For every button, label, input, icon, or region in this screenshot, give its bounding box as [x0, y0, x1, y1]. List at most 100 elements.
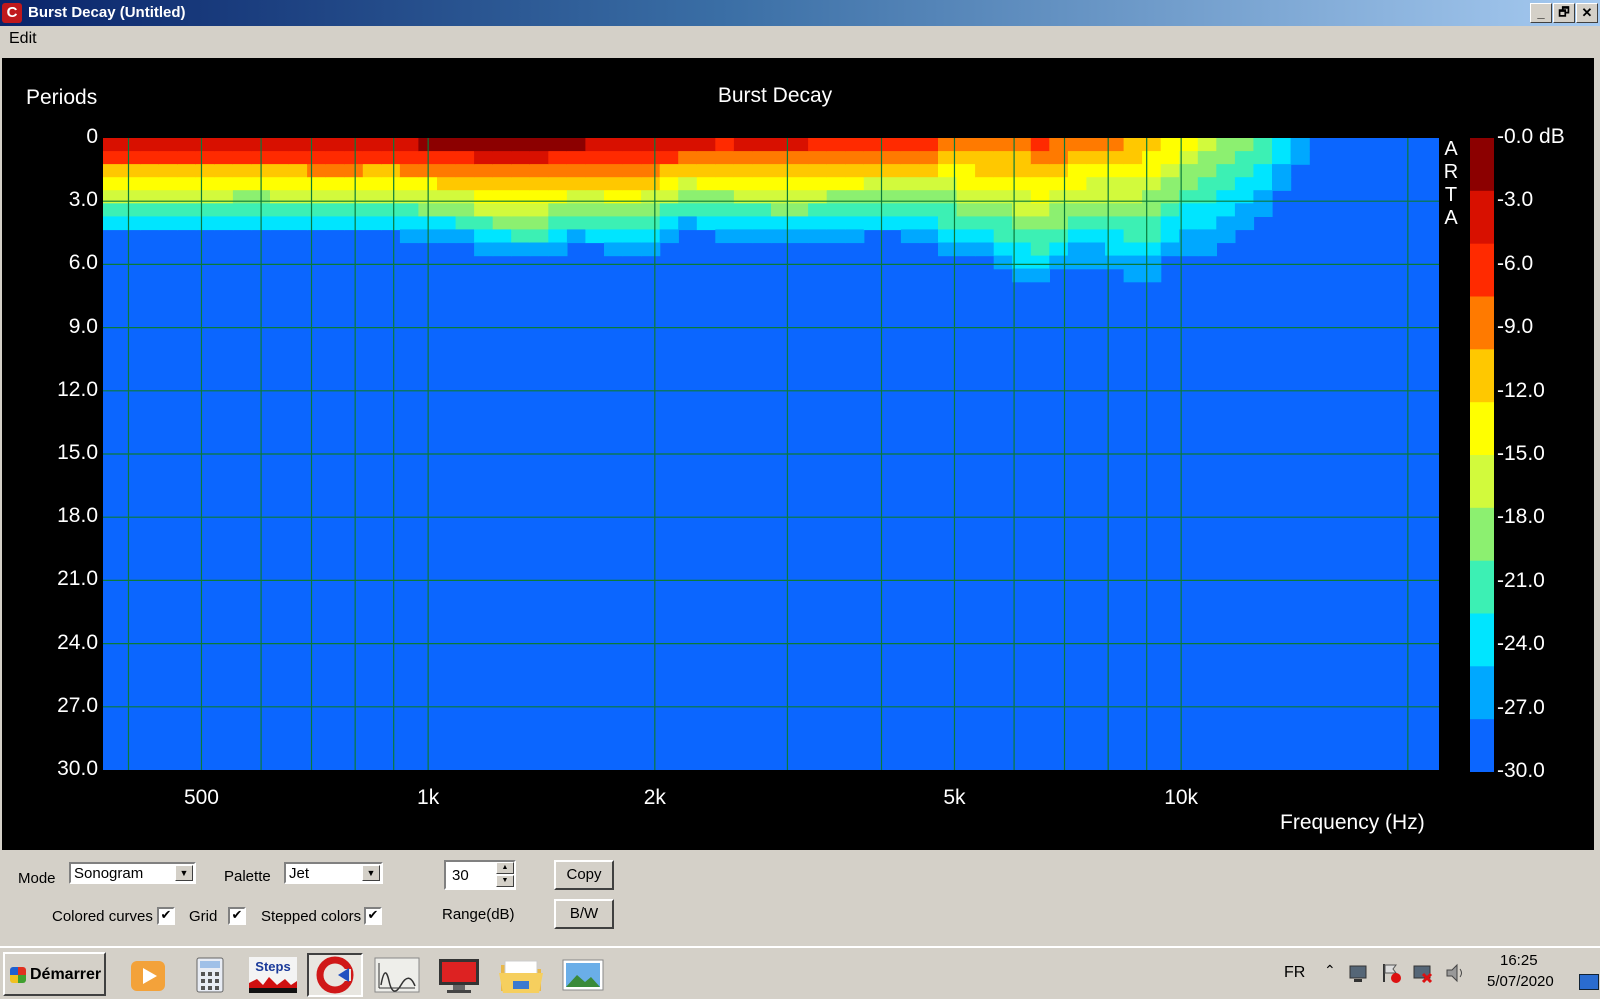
- decay-cell: [1030, 268, 1050, 283]
- minimize-button[interactable]: _: [1530, 3, 1552, 23]
- grid-checkbox[interactable]: ✔: [228, 907, 246, 925]
- analyzer-app-icon[interactable]: [369, 953, 425, 997]
- decay-cell: [808, 203, 828, 217]
- language-indicator[interactable]: FR: [1284, 964, 1305, 982]
- action-center-flag-icon[interactable]: [1380, 962, 1402, 984]
- decay-cell: [604, 216, 624, 231]
- decay-cell: [1197, 203, 1217, 217]
- menu-edit[interactable]: Edit: [9, 30, 37, 48]
- decay-cell: [437, 190, 457, 204]
- steps-app-icon[interactable]: Steps: [245, 953, 301, 997]
- restore-button[interactable]: 🗗: [1553, 3, 1575, 23]
- decay-cell: [344, 190, 364, 204]
- control-panel: [0, 852, 1600, 944]
- copy-button[interactable]: Copy: [554, 860, 614, 890]
- decay-cell: [1253, 190, 1273, 204]
- decay-cell: [307, 164, 327, 178]
- decay-cell: [882, 151, 902, 165]
- decay-cell: [548, 203, 568, 217]
- chevron-down-icon[interactable]: ▼: [362, 865, 380, 881]
- decay-cell: [1012, 268, 1032, 283]
- calculator-icon[interactable]: [183, 953, 239, 997]
- decay-cell: [1067, 242, 1088, 257]
- decay-cell: [659, 203, 679, 217]
- show-desktop-button[interactable]: [1579, 974, 1599, 990]
- network-icon[interactable]: [1348, 962, 1370, 984]
- arta-taskbar-icon[interactable]: [307, 953, 363, 997]
- decay-cell: [232, 164, 253, 178]
- decay-cell: [1123, 164, 1143, 178]
- decay-cell: [715, 229, 735, 244]
- decay-cell: [641, 216, 661, 231]
- decay-cell: [1160, 138, 1180, 152]
- volume-icon[interactable]: [1444, 962, 1466, 984]
- media-player-icon[interactable]: [121, 953, 177, 997]
- decay-cell: [585, 203, 605, 217]
- network-error-icon[interactable]: [1412, 962, 1434, 984]
- decay-cell: [808, 151, 828, 165]
- decay-cell: [1012, 255, 1032, 270]
- decay-cell: [975, 138, 995, 152]
- spin-down-icon[interactable]: ▼: [496, 875, 514, 887]
- stepped-colors-checkbox[interactable]: ✔: [364, 907, 382, 925]
- palette-select[interactable]: Jet ▼: [284, 862, 383, 884]
- decay-cell: [604, 177, 624, 191]
- photo-viewer-icon[interactable]: [555, 953, 611, 997]
- decay-cell: [1049, 216, 1069, 231]
- decay-cell: [1253, 164, 1273, 178]
- decay-cell: [232, 177, 253, 191]
- close-button[interactable]: ✕: [1576, 3, 1598, 23]
- arta-app-icon[interactable]: C: [2, 3, 22, 23]
- decay-cell: [566, 138, 587, 152]
- decay-cell: [975, 151, 995, 165]
- decay-cell: [1272, 164, 1292, 178]
- decay-cell: [808, 177, 828, 191]
- decay-cell: [622, 242, 642, 257]
- colored-curves-checkbox[interactable]: ✔: [157, 907, 175, 925]
- decay-cell: [1067, 138, 1088, 152]
- decay-cell: [1086, 242, 1106, 257]
- mode-select[interactable]: Sonogram ▼: [69, 862, 196, 884]
- decay-cell: [270, 190, 290, 204]
- remote-desktop-icon[interactable]: [431, 953, 487, 997]
- decay-cell: [362, 138, 382, 152]
- clock-date[interactable]: 5/07/2020: [1487, 973, 1554, 990]
- decay-cell: [733, 151, 754, 165]
- decay-cell: [158, 138, 178, 152]
- colorbar-band: [1470, 349, 1494, 403]
- decay-cell: [1142, 229, 1162, 244]
- decay-cell: [622, 190, 642, 204]
- spin-up-icon[interactable]: ▲: [496, 862, 514, 874]
- decay-cell: [659, 164, 679, 178]
- decay-cell: [1049, 138, 1069, 152]
- file-explorer-icon[interactable]: [493, 953, 549, 997]
- decay-cell: [1197, 164, 1217, 178]
- decay-cell: [1234, 138, 1255, 152]
- decay-cell: [678, 190, 698, 204]
- decay-cell: [641, 242, 661, 257]
- show-hidden-icons-icon[interactable]: ⌃: [1324, 962, 1336, 979]
- decay-cell: [622, 177, 642, 191]
- burst-decay-heatmap[interactable]: [103, 138, 1439, 770]
- y-tick-label: 9.0: [68, 314, 98, 338]
- mode-label: Mode: [18, 870, 56, 887]
- decay-cell: [882, 190, 902, 204]
- decay-cell: [158, 151, 178, 165]
- decay-cell: [1234, 203, 1255, 217]
- decay-cell: [1049, 255, 1069, 270]
- colorbar-tick-label: -30.0: [1497, 759, 1545, 782]
- decay-cell: [529, 138, 549, 152]
- range-value: 30: [452, 867, 469, 884]
- range-spinner[interactable]: 30 ▲ ▼: [444, 860, 516, 890]
- decay-cell: [529, 151, 549, 165]
- y-tick-label: 12.0: [57, 377, 98, 401]
- bw-button[interactable]: B/W: [554, 899, 614, 929]
- clock-time[interactable]: 16:25: [1500, 952, 1538, 969]
- decay-cell: [511, 164, 531, 178]
- start-button[interactable]: Démarrer: [3, 952, 106, 996]
- chevron-down-icon[interactable]: ▼: [175, 865, 193, 881]
- decay-cell: [975, 229, 995, 244]
- decay-cell: [1067, 164, 1088, 178]
- decay-cell: [1272, 138, 1292, 152]
- decay-cell: [641, 229, 661, 244]
